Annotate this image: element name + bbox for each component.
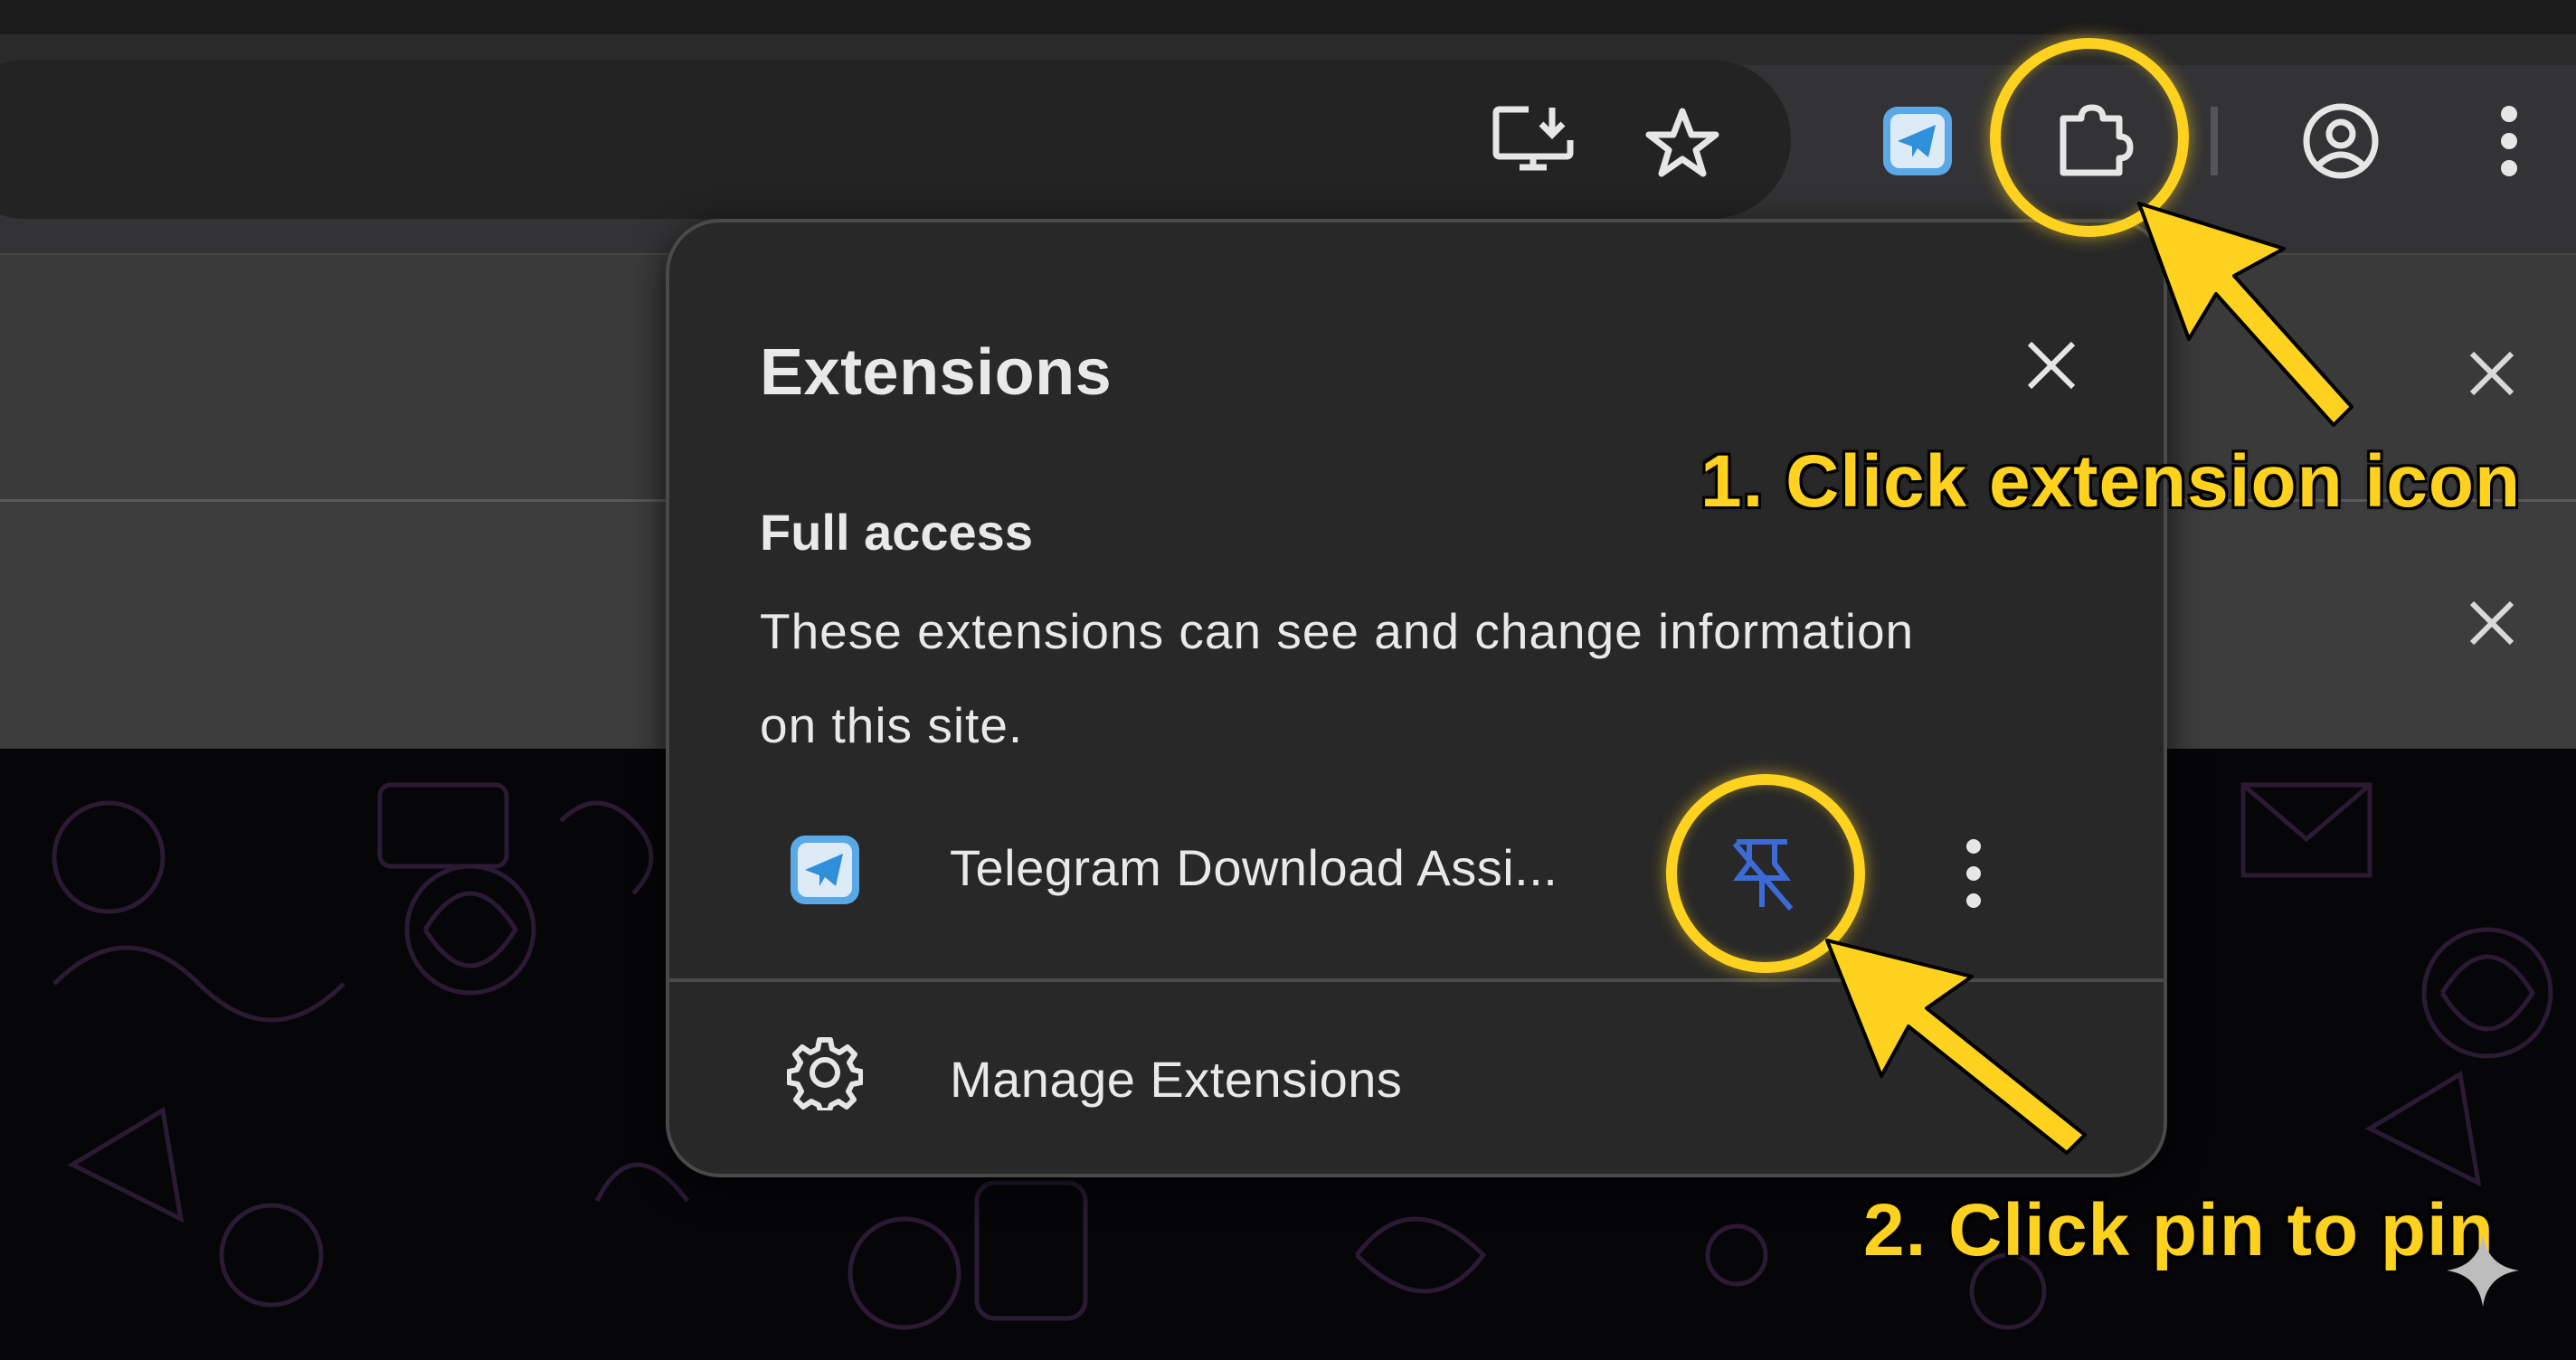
more-menu-icon[interactable] xyxy=(2486,99,2533,183)
sparkle-icon xyxy=(2447,1234,2519,1307)
telegram-paper-plane-icon xyxy=(787,832,863,908)
browser-top-strip xyxy=(0,0,2576,34)
more-options-icon[interactable] xyxy=(1952,834,1995,913)
section-heading: Full access xyxy=(760,504,1033,561)
extension-name[interactable]: Telegram Download Assi... xyxy=(950,838,1558,897)
telegram-extension-icon[interactable] xyxy=(1880,103,1956,179)
toolbar-separator xyxy=(2211,107,2218,175)
popup-title: Extensions xyxy=(760,336,1113,409)
close-icon[interactable] xyxy=(2008,322,2095,409)
bookmark-star-icon[interactable] xyxy=(1639,101,1726,183)
gear-icon xyxy=(783,1031,867,1114)
profile-icon[interactable] xyxy=(2297,99,2384,183)
arrow-icon xyxy=(1825,939,2087,1155)
list-item: Telegram Download Assi... xyxy=(669,810,2164,937)
manage-extensions-label: Manage Extensions xyxy=(950,1051,1403,1108)
install-app-icon[interactable] xyxy=(1483,99,1583,181)
annotation-step-2: 2. Click pin to pin xyxy=(1863,1189,2495,1271)
arrow-icon xyxy=(2137,202,2353,427)
section-description: These extensions can see and change info… xyxy=(760,603,1915,753)
close-icon[interactable] xyxy=(2460,342,2524,405)
annotation-step-1: 1. Click extension icon xyxy=(1700,440,2522,523)
close-icon[interactable] xyxy=(2460,591,2524,655)
